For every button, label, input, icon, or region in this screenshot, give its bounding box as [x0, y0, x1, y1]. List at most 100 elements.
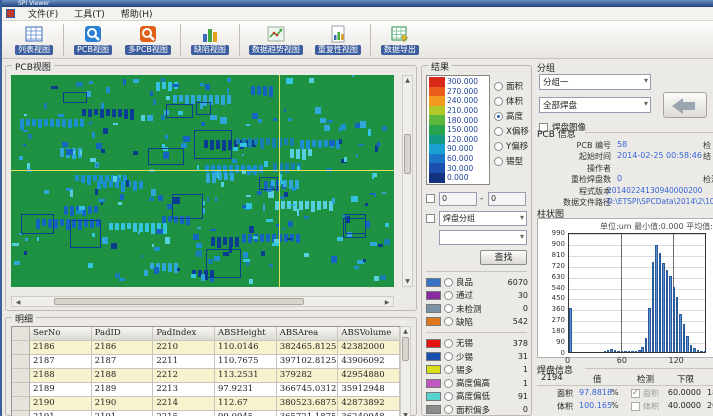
- metric-radio-1[interactable]: 面积: [494, 80, 523, 92]
- pad-group-checkbox[interactable]: [426, 214, 435, 223]
- table-row[interactable]: 218621862210110.0146382465.812542382000: [12, 341, 400, 355]
- table-row[interactable]: 218721872211110.7675397102.812543906092: [12, 355, 400, 369]
- metric-radio-2[interactable]: 体积: [494, 95, 523, 107]
- multi-pcb-view-button[interactable]: 多PCB视图: [119, 22, 177, 58]
- table-row[interactable]: 21892189221397.9231366745.031235912948: [12, 383, 400, 397]
- result-category-row[interactable]: 高度偏高1: [426, 377, 528, 389]
- metric-radio-4[interactable]: X偏移: [494, 125, 529, 137]
- table-cell: 366745.0312: [277, 383, 339, 397]
- range-from-input[interactable]: 0: [439, 192, 477, 206]
- group-combo-2[interactable]: 全部焊盘: [539, 97, 651, 113]
- pcb-component: [54, 219, 58, 229]
- detail-table[interactable]: SerNoPadIDPadIndexABSHeightABSAreaABSVol…: [11, 326, 401, 416]
- table-cell: 35912948: [338, 383, 400, 397]
- result-category-row[interactable]: 通过30: [426, 289, 528, 301]
- scrollbar-thumb[interactable]: [402, 337, 409, 361]
- pcb-component: [210, 229, 216, 231]
- column-header[interactable]: ABSVolume: [338, 327, 400, 341]
- list-view-button[interactable]: 列表视图: [8, 22, 60, 58]
- detail-vertical-scrollbar[interactable]: ▲ ▼: [400, 326, 411, 416]
- radio-icon[interactable]: [494, 157, 503, 166]
- metric-radio-6[interactable]: 锡型: [494, 155, 523, 167]
- radio-icon[interactable]: [494, 112, 503, 121]
- toolbar-separator: [63, 24, 64, 56]
- metric-radio-3[interactable]: 高度: [494, 110, 523, 122]
- table-row[interactable]: 21912191221599.0945365721.187536240948: [12, 411, 400, 416]
- result-category-row[interactable]: 良品6070: [426, 276, 528, 288]
- scale-band: [429, 106, 445, 116]
- pad-check-checkbox[interactable]: [631, 389, 640, 398]
- back-arrow-button[interactable]: [663, 92, 707, 118]
- pcb-view-button[interactable]: PCB视图: [67, 22, 119, 58]
- pcb-component: [62, 142, 68, 147]
- info-value: D:\ETSPI\SPCData\2014\2\1006.sw1: [607, 197, 713, 206]
- menu-help[interactable]: 帮助(H): [114, 7, 160, 20]
- radio-icon[interactable]: [494, 127, 503, 136]
- pcb-component: [106, 87, 110, 93]
- table-row[interactable]: 219021902214112.67380523.687542873892: [12, 397, 400, 411]
- result-category-row[interactable]: 锡多1: [426, 364, 528, 376]
- x-tick-label: 120: [669, 356, 684, 365]
- pad-metric-unit: %: [611, 388, 619, 397]
- pcb-component: [203, 208, 205, 214]
- metric-radio-5[interactable]: Y偏移: [494, 140, 528, 152]
- column-header[interactable]: ABSHeight: [215, 327, 277, 341]
- pcb-component: [64, 206, 68, 215]
- table-row[interactable]: 218821882212113.253137928242954880: [12, 369, 400, 383]
- trend-view-button[interactable]: 数据趋势视图: [243, 22, 309, 58]
- defect-view-button[interactable]: 缺陷视图: [184, 22, 236, 58]
- radio-icon[interactable]: [494, 82, 503, 91]
- pcb-component: [352, 75, 354, 77]
- radio-icon[interactable]: [494, 97, 503, 106]
- scrollbar-thumb[interactable]: [404, 134, 411, 174]
- column-header[interactable]: ABSArea: [277, 327, 339, 341]
- column-header[interactable]: PadID: [92, 327, 154, 341]
- pcb-component: [233, 147, 238, 151]
- range-filter-checkbox[interactable]: [426, 194, 435, 203]
- pcb-canvas[interactable]: [11, 75, 394, 287]
- pcb-vertical-scrollbar[interactable]: ▲ ▼: [402, 75, 413, 287]
- radio-icon[interactable]: [444, 291, 453, 300]
- crosshair-horizontal: [11, 170, 394, 171]
- scrollbar-thumb[interactable]: [54, 298, 304, 305]
- pcb-info-title: PCB 信息: [537, 127, 576, 140]
- range-to-input[interactable]: 0: [488, 192, 526, 206]
- radio-icon[interactable]: [444, 278, 453, 287]
- result-category-row[interactable]: 少锡31: [426, 351, 528, 363]
- data-export-button[interactable]: 数据导出: [374, 22, 426, 58]
- radio-icon[interactable]: [444, 392, 453, 401]
- pad-group-combo[interactable]: 焊盘分组: [439, 211, 527, 226]
- menu-file[interactable]: 文件(F): [21, 7, 65, 20]
- result-category-row[interactable]: 缺陷542: [426, 316, 528, 328]
- radio-icon[interactable]: [494, 142, 503, 151]
- table-cell: 113.2531: [215, 369, 277, 383]
- repeatability-view-button[interactable]: 重复性视图: [309, 22, 367, 58]
- radio-icon[interactable]: [444, 379, 453, 388]
- pad-check-checkbox[interactable]: [631, 402, 640, 411]
- radio-icon[interactable]: [444, 339, 453, 348]
- radio-icon[interactable]: [444, 365, 453, 374]
- pcb-component: [141, 115, 145, 121]
- pcb-component: [150, 91, 153, 96]
- table-cell: 2211: [153, 355, 215, 369]
- result-category-row[interactable]: 高度偏低91: [426, 390, 528, 402]
- histogram-bar: [652, 262, 655, 352]
- radio-icon[interactable]: [444, 352, 453, 361]
- result-category-row[interactable]: 未检测0: [426, 303, 528, 315]
- column-header[interactable]: SerNo: [30, 327, 92, 341]
- secondary-combo[interactable]: [439, 230, 527, 245]
- radio-icon[interactable]: [444, 405, 453, 414]
- find-button[interactable]: 查找: [480, 250, 527, 265]
- result-category-row[interactable]: 面积偏多0: [426, 404, 528, 416]
- pcb-component: [290, 149, 294, 158]
- column-header[interactable]: PadIndex: [153, 327, 215, 341]
- histogram-chart[interactable]: 单位:um 最小值:0.000 平均值:98.1 090180270360450…: [537, 218, 713, 358]
- radio-icon[interactable]: [444, 317, 453, 326]
- pcb-horizontal-scrollbar[interactable]: ◀ ▶: [11, 296, 394, 307]
- menu-tools[interactable]: 工具(T): [67, 7, 112, 20]
- radio-icon[interactable]: [444, 304, 453, 313]
- result-category-row[interactable]: 无锡378: [426, 337, 528, 349]
- group-combo-1[interactable]: 分组一: [539, 74, 651, 90]
- scale-band: [429, 173, 445, 183]
- left-arrow-icon: [672, 98, 683, 114]
